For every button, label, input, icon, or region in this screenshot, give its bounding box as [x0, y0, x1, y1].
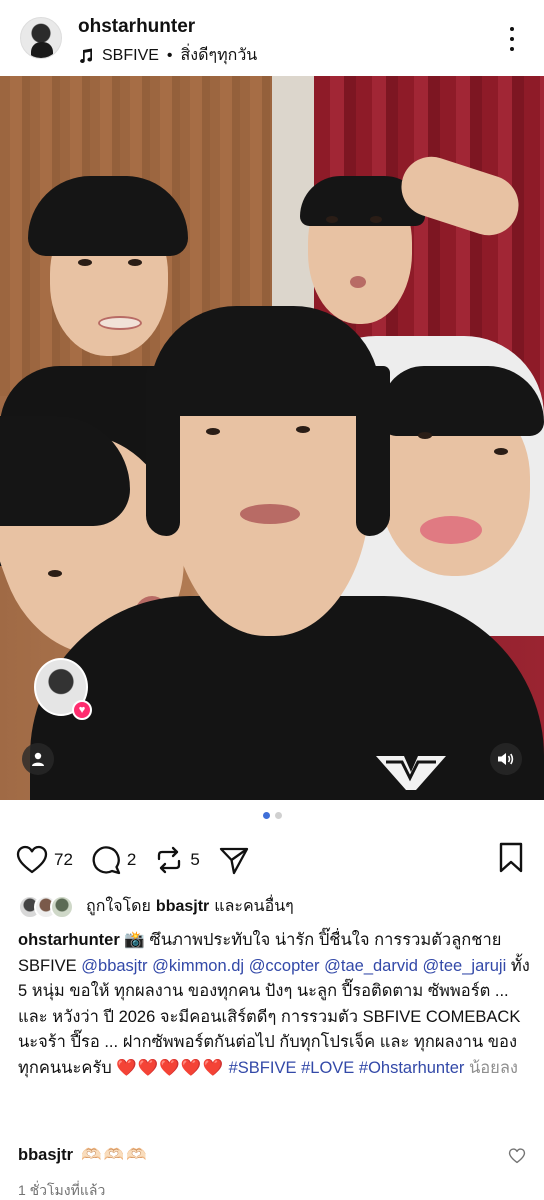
action-bar: 72 2 5	[16, 842, 528, 878]
caption-username[interactable]: ohstarhunter	[18, 931, 120, 949]
post-caption: ohstarhunter 📸 ซึนภาพประทับใจ น่ารัก ปิ๊…	[18, 928, 530, 1081]
heart-icon	[16, 845, 48, 874]
likes-prefix: ถูกใจโดย	[86, 898, 151, 915]
person-5-hair	[150, 306, 380, 416]
mention-link[interactable]: @tee_jaruji	[423, 957, 507, 975]
comment-username[interactable]: bbasjtr	[18, 1146, 73, 1165]
user-tag-icon	[32, 752, 44, 766]
music-info[interactable]: SBFIVE • สิ่งดีๆทุกวัน	[78, 43, 257, 68]
more-vertical-icon	[510, 27, 514, 31]
likes-user[interactable]: bbasjtr	[156, 898, 209, 916]
music-artist: SBFIVE	[102, 46, 159, 64]
hearts-emoji: ❤️❤️❤️❤️❤️	[116, 1058, 225, 1077]
person-3-hair	[382, 366, 544, 436]
more-options-button[interactable]	[500, 24, 524, 54]
likes-suffix[interactable]: และคนอื่นๆ	[214, 894, 294, 919]
mention-link[interactable]: @tae_darvid	[324, 957, 418, 975]
like-count[interactable]: 72	[54, 850, 73, 870]
share-icon	[219, 847, 249, 875]
hashtag-link[interactable]: #SBFIVE	[229, 1059, 297, 1077]
repost-icon	[158, 846, 181, 874]
share-button[interactable]	[218, 845, 250, 875]
show-less-link[interactable]: น้อยลง	[469, 1059, 518, 1077]
mention-link[interactable]: @bbasjtr	[81, 957, 147, 975]
liker-avatars	[18, 894, 74, 919]
post-timestamp: 1 ชั่วโมงที่แล้ว	[18, 1182, 106, 1198]
likes-summary[interactable]: ถูกใจโดย bbasjtr และคนอื่นๆ	[18, 894, 294, 919]
bookmark-icon	[499, 842, 523, 873]
comment-button[interactable]: 2	[91, 845, 136, 875]
music-separator: •	[166, 46, 173, 64]
repost-count[interactable]: 5	[190, 850, 199, 870]
music-note-icon	[80, 48, 93, 63]
music-title: สิ่งดีๆทุกวัน	[180, 47, 258, 64]
comment-count[interactable]: 2	[127, 850, 136, 870]
comment-like-button[interactable]	[508, 1148, 526, 1169]
comment-icon	[92, 846, 121, 875]
post-header: ohstarhunter SBFIVE • สิ่งดีๆทุกวัน	[0, 0, 544, 76]
like-button[interactable]: 72	[16, 845, 73, 875]
shirt-logo	[376, 756, 446, 790]
carousel-dot	[274, 812, 282, 819]
volume-icon	[498, 753, 514, 765]
heart-badge-icon: ♥	[72, 700, 92, 720]
liker-avatar	[50, 894, 74, 919]
mention-link[interactable]: @ccopter	[249, 957, 320, 975]
comment-text: 🫶🏻🫶🏻🫶🏻	[81, 1146, 149, 1164]
heart-icon	[508, 1148, 526, 1164]
profile-avatar[interactable]	[20, 17, 62, 59]
post-username[interactable]: ohstarhunter	[78, 16, 195, 38]
save-button[interactable]	[498, 842, 524, 879]
hashtag-link[interactable]: #Ohstarhunter	[359, 1059, 464, 1077]
carousel-dot-active	[262, 812, 270, 819]
comment-row[interactable]: bbasjtr 🫶🏻🫶🏻🫶🏻	[18, 1146, 530, 1165]
user-tag-button[interactable]	[22, 743, 54, 775]
hashtag-link[interactable]: #LOVE	[301, 1059, 354, 1077]
repost-button[interactable]: 5	[154, 845, 200, 875]
mention-link[interactable]: @kimmon.dj	[152, 957, 244, 975]
carousel-indicator	[0, 812, 544, 819]
sound-toggle-button[interactable]	[490, 743, 522, 775]
camera-emoji: 📸	[124, 931, 145, 949]
